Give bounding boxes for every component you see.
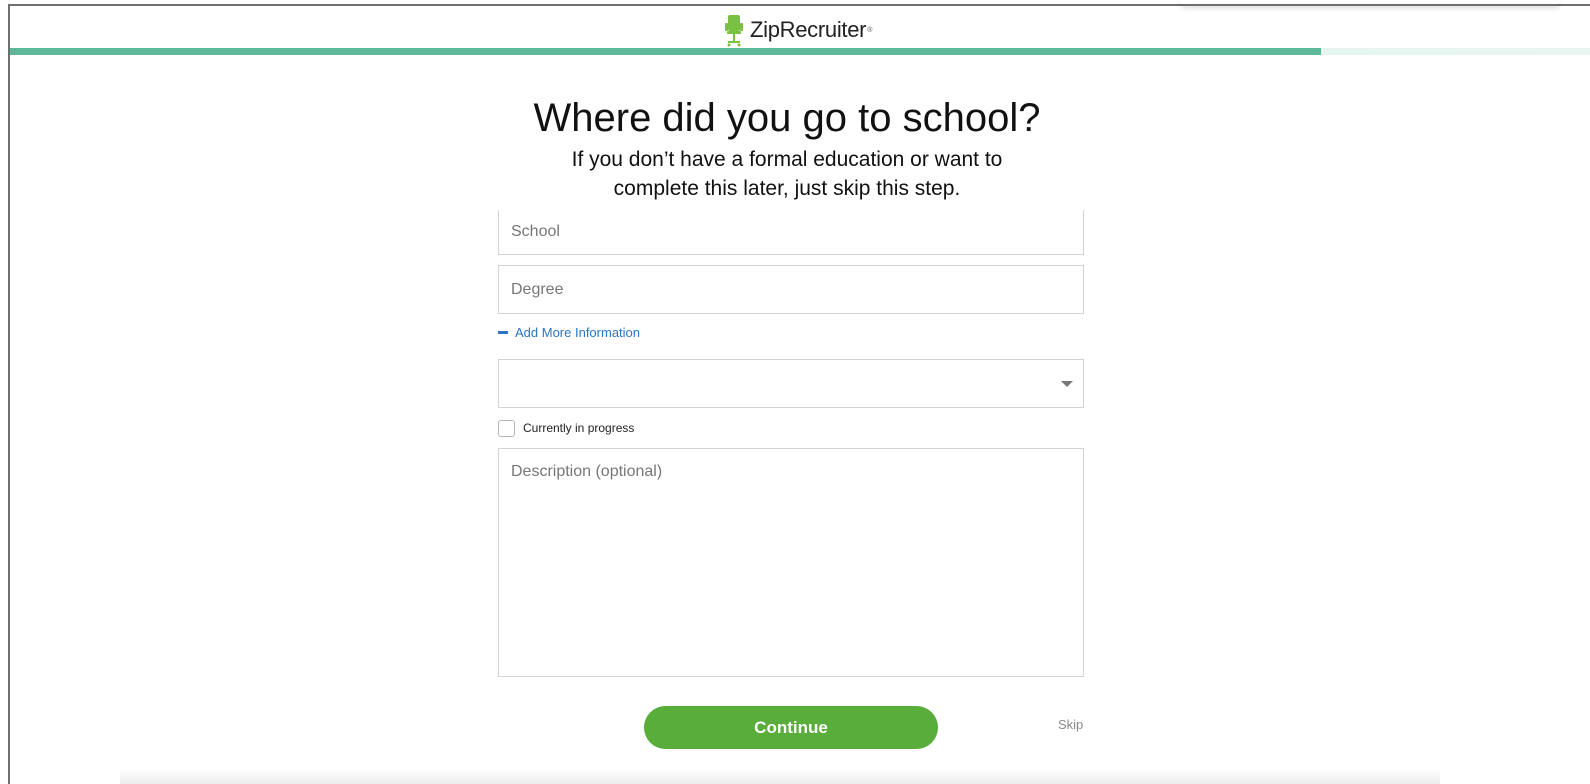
page: ZipRecruiter ® Where did you go to schoo… [0,0,1590,784]
in-progress-checkbox[interactable] [498,419,515,437]
add-more-information-link[interactable]: Add More Information [498,323,640,341]
page-title: Where did you go to school? [533,96,1041,140]
school-input[interactable]: School [498,210,1084,255]
page-subtitle: If you don’t have a formal education or … [571,148,1003,200]
caret-down-icon [1061,380,1073,387]
progress-bar-fill [10,48,1322,55]
brand-name: ZipRecruiter [750,17,867,42]
description-textarea[interactable]: Description (optional) [498,448,1084,677]
minus-icon [498,330,508,334]
in-progress-label: Currently in progress [523,421,635,435]
bottom-shadow [120,770,1440,784]
school-placeholder: School [511,223,560,240]
registered-mark: ® [867,26,873,34]
date-select[interactable] [498,359,1084,408]
add-more-label: Add More Information [515,324,641,340]
skip-link[interactable]: Skip [1058,717,1083,732]
degree-placeholder: Degree [511,280,564,298]
header: ZipRecruiter ® [10,6,1590,48]
progress-bar [10,48,1590,55]
continue-button[interactable]: Continue [644,706,938,749]
description-placeholder: Description (optional) [511,463,663,480]
degree-input[interactable]: Degree [498,265,1084,314]
chair-icon [725,15,743,47]
ziprecruiter-logo[interactable]: ZipRecruiter ® [724,13,872,47]
in-progress-checkbox-row[interactable]: Currently in progress [498,418,634,438]
